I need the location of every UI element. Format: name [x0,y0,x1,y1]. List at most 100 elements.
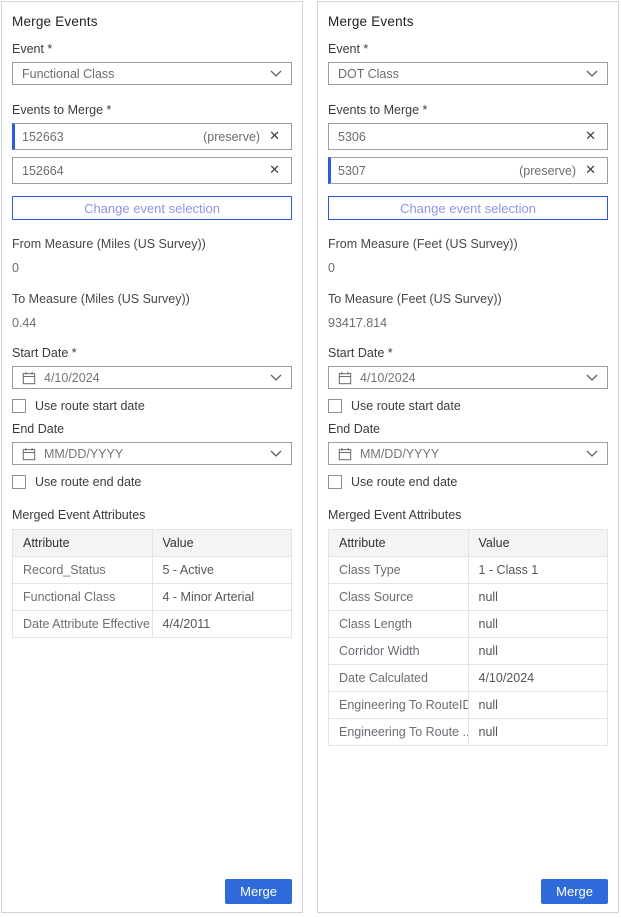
table-header-row: Attribute Value [329,530,608,557]
value-cell: 5 - Active [152,557,292,584]
table-row: Date Calculated 4/10/2024 [329,665,608,692]
to-measure-label: To Measure (Feet (US Survey)) [328,292,608,306]
value-column-header: Value [152,530,292,557]
events-to-merge-list: 5306 ✕ 5307 (preserve) ✕ [328,123,608,184]
panel-title: Merge Events [12,14,292,29]
table-row: Record_Status 5 - Active [13,557,292,584]
start-date-picker[interactable]: 4/10/2024 [328,366,608,389]
value-cell: null [468,611,608,638]
start-date-label: Start Date * [12,346,292,360]
merge-button[interactable]: Merge [541,879,608,904]
merged-attributes-table: Attribute Value Class Type 1 - Class 1 C… [328,529,608,746]
use-route-end-date-row: Use route end date [12,475,292,489]
value-column-header: Value [468,530,608,557]
event-id-value: 5307 [338,164,366,178]
chevron-down-icon [586,450,598,457]
remove-event-icon[interactable]: ✕ [583,129,598,144]
table-row: Corridor Width null [329,638,608,665]
value-cell: null [468,719,608,746]
value-cell: 4/4/2011 [152,611,292,638]
chevron-down-icon [270,450,282,457]
preserve-badge: (preserve) [203,130,260,144]
chevron-down-icon [586,70,598,77]
merge-button[interactable]: Merge [225,879,292,904]
event-select[interactable]: DOT Class [328,62,608,85]
use-route-start-date-checkbox[interactable] [12,399,26,413]
remove-event-icon[interactable]: ✕ [267,129,282,144]
event-to-merge-input[interactable]: 152664 ✕ [12,157,292,184]
attribute-cell: Class Length [329,611,469,638]
event-to-merge-input[interactable]: 5306 ✕ [328,123,608,150]
end-date-picker[interactable]: MM/DD/YYYY [328,442,608,465]
chevron-down-icon [586,374,598,381]
value-cell: null [468,692,608,719]
panel-title: Merge Events [328,14,608,29]
table-row: Engineering To Route ... null [329,719,608,746]
attribute-column-header: Attribute [329,530,469,557]
value-cell: 1 - Class 1 [468,557,608,584]
value-cell: 4 - Minor Arterial [152,584,292,611]
events-to-merge-label: Events to Merge * [328,103,608,117]
event-id-value: 152663 [22,130,64,144]
table-header-row: Attribute Value [13,530,292,557]
use-route-end-date-label: Use route end date [351,475,457,489]
table-row: Class Length null [329,611,608,638]
event-label: Event * [328,42,608,56]
value-cell: 4/10/2024 [468,665,608,692]
attribute-cell: Class Type [329,557,469,584]
use-route-end-date-checkbox[interactable] [328,475,342,489]
attribute-cell: Corridor Width [329,638,469,665]
calendar-icon [22,447,36,461]
preserve-badge: (preserve) [519,164,576,178]
chevron-down-icon [270,70,282,77]
event-id-value: 152664 [22,164,64,178]
merge-events-page: Merge Events Event * Functional Class Ev… [0,0,621,913]
use-route-start-date-row: Use route start date [12,399,292,413]
from-measure-value: 0 [328,261,608,275]
event-id-value: 5306 [338,130,366,144]
change-event-selection-button[interactable]: Change event selection [12,196,292,220]
events-to-merge-list: 152663 (preserve) ✕ 152664 ✕ [12,123,292,184]
attribute-cell: Functional Class [13,584,153,611]
change-event-selection-button[interactable]: Change event selection [328,196,608,220]
attribute-cell: Engineering To Route ... [329,719,469,746]
use-route-end-date-label: Use route end date [35,475,141,489]
use-route-start-date-label: Use route start date [351,399,461,413]
event-select[interactable]: Functional Class [12,62,292,85]
event-select-value: DOT Class [338,67,399,81]
chevron-down-icon [270,374,282,381]
events-to-merge-label: Events to Merge * [12,103,292,117]
attribute-cell: Date Attribute Effective [13,611,153,638]
merged-event-attributes-title: Merged Event Attributes [12,508,292,522]
use-route-start-date-checkbox[interactable] [328,399,342,413]
use-route-end-date-checkbox[interactable] [12,475,26,489]
table-row: Engineering To RouteID null [329,692,608,719]
remove-event-icon[interactable]: ✕ [583,163,598,178]
merge-events-panel-left: Merge Events Event * Functional Class Ev… [1,1,303,913]
event-to-merge-input[interactable]: 5307 (preserve) ✕ [328,157,608,184]
end-date-picker[interactable]: MM/DD/YYYY [12,442,292,465]
use-route-end-date-row: Use route end date [328,475,608,489]
remove-event-icon[interactable]: ✕ [267,163,282,178]
value-cell: null [468,638,608,665]
start-date-value: 4/10/2024 [44,371,100,385]
start-date-label: Start Date * [328,346,608,360]
event-to-merge-input[interactable]: 152663 (preserve) ✕ [12,123,292,150]
calendar-icon [338,447,352,461]
table-row: Functional Class 4 - Minor Arterial [13,584,292,611]
merge-events-panel-right: Merge Events Event * DOT Class Events to… [317,1,619,913]
table-row: Class Type 1 - Class 1 [329,557,608,584]
attribute-cell: Date Calculated [329,665,469,692]
to-measure-value: 0.44 [12,316,292,330]
table-row: Class Source null [329,584,608,611]
merged-attributes-table: Attribute Value Record_Status 5 - Active… [12,529,292,638]
end-date-label: End Date [12,422,292,436]
start-date-value: 4/10/2024 [360,371,416,385]
attribute-cell: Record_Status [13,557,153,584]
to-measure-value: 93417.814 [328,316,608,330]
event-label: Event * [12,42,292,56]
end-date-placeholder: MM/DD/YYYY [44,447,123,461]
table-row: Date Attribute Effective 4/4/2011 [13,611,292,638]
use-route-start-date-row: Use route start date [328,399,608,413]
start-date-picker[interactable]: 4/10/2024 [12,366,292,389]
